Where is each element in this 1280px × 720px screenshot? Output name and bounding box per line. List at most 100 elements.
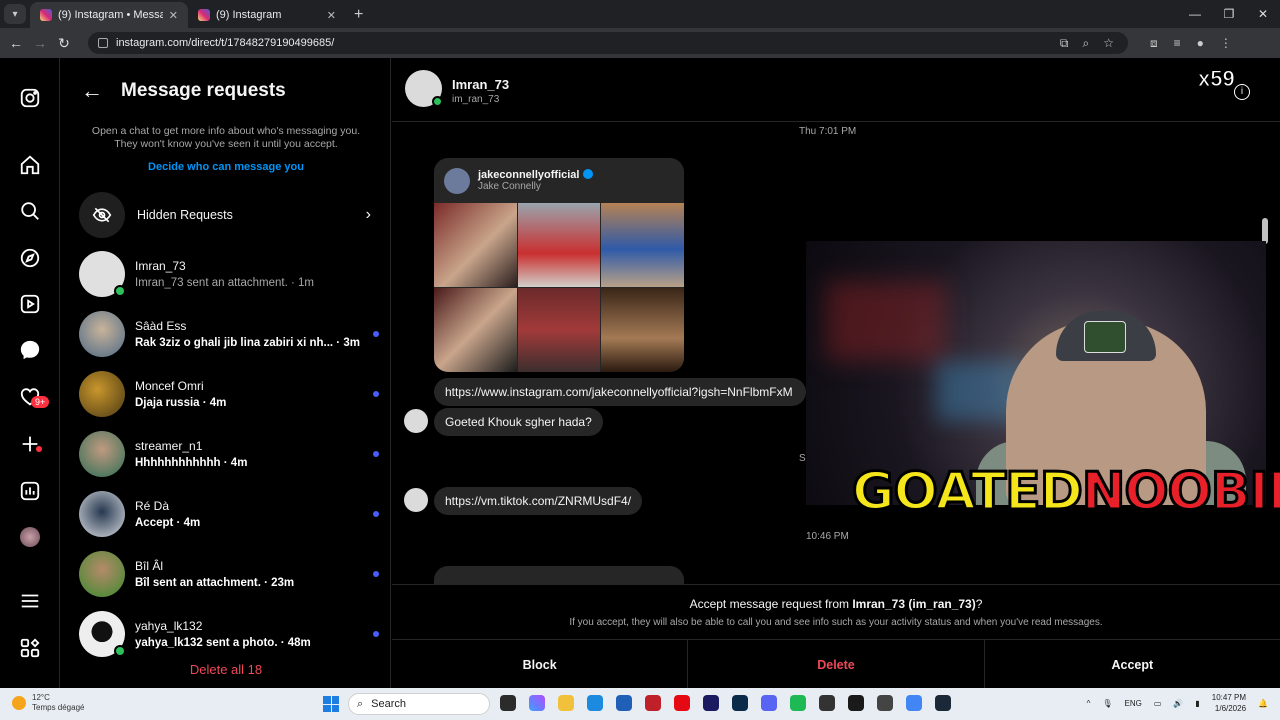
- opera-icon[interactable]: [645, 695, 661, 711]
- maximize-button[interactable]: ❐: [1212, 0, 1246, 28]
- accept-button[interactable]: Accept: [985, 640, 1280, 689]
- battery-icon[interactable]: ▮: [1195, 699, 1199, 708]
- browser-tab-messages[interactable]: (9) Instagram • Messages ✕: [30, 2, 188, 28]
- eye-off-icon: [79, 192, 125, 238]
- new-tab-button[interactable]: +: [354, 6, 363, 24]
- request-item[interactable]: Moncef Omri Djaja russia · 4m: [79, 366, 379, 422]
- github-icon[interactable]: [877, 695, 893, 711]
- request-item[interactable]: streamer_n1 Hhhhhhhhhhhh · 4m: [79, 426, 379, 482]
- taskbar-apps: [500, 695, 951, 711]
- clock[interactable]: 10:47 PM 1/6/2026: [1212, 692, 1246, 714]
- request-item[interactable]: Bîl Âl Bîl sent an attachment. · 23m: [79, 546, 379, 602]
- instagram-icon[interactable]: [19, 87, 41, 109]
- profile-avatar[interactable]: [19, 526, 41, 548]
- chevron-right-icon: ›: [365, 206, 371, 223]
- online-indicator: [114, 645, 126, 657]
- network-icon[interactable]: ▭: [1154, 699, 1162, 708]
- taskbar-search[interactable]: ⌕ Search: [348, 693, 490, 715]
- close-window-button[interactable]: ✕: [1246, 0, 1280, 28]
- avatar: [79, 491, 125, 537]
- combo-counter: x59: [1198, 66, 1236, 92]
- chrome-icon[interactable]: [906, 695, 922, 711]
- decide-who-can-message-link[interactable]: Decide who can message you: [61, 161, 391, 173]
- close-tab-icon[interactable]: ✕: [169, 9, 178, 22]
- edge-icon[interactable]: [587, 695, 603, 711]
- store-icon[interactable]: [616, 695, 632, 711]
- tray-chevron-icon[interactable]: ^: [1087, 699, 1091, 708]
- chat-name[interactable]: Imran_73: [452, 77, 509, 92]
- bookmark-star-icon[interactable]: ☆: [1103, 36, 1114, 51]
- hidden-requests-label: Hidden Requests: [137, 208, 233, 222]
- back-arrow-icon[interactable]: ←: [81, 78, 103, 104]
- instagram-favicon-icon: [40, 9, 52, 21]
- extensions-icon[interactable]: ⧈: [1150, 36, 1158, 51]
- grid-photo: [601, 203, 684, 287]
- tab-search-button[interactable]: ▾: [4, 4, 26, 24]
- link-message[interactable]: https://www.instagram.com/jakeconnellyof…: [434, 378, 806, 406]
- reload-icon[interactable]: ↻: [52, 35, 76, 52]
- reading-list-icon[interactable]: ≡: [1174, 36, 1181, 51]
- minimize-button[interactable]: —: [1178, 0, 1212, 28]
- weather-widget[interactable]: 12°C Temps dégagé: [12, 693, 84, 713]
- request-item[interactable]: yahya_lk132 yahya_lk132 sent a photo. · 4…: [79, 606, 379, 662]
- grid-photo: [434, 288, 517, 372]
- close-tab-icon[interactable]: ✕: [327, 9, 336, 22]
- steam-icon[interactable]: [935, 695, 951, 711]
- shared-profile-card[interactable]: jakeconnellyofficial Jake Connelly: [434, 158, 684, 372]
- terminal-icon[interactable]: [848, 695, 864, 711]
- premiere-icon[interactable]: [703, 695, 719, 711]
- spotify-icon[interactable]: [790, 695, 806, 711]
- back-icon[interactable]: ←: [4, 35, 28, 51]
- logo-text-yellow: GOATED: [851, 461, 1085, 524]
- task-view-icon[interactable]: [500, 695, 516, 711]
- start-button[interactable]: [323, 696, 339, 712]
- site-info-icon[interactable]: [98, 38, 108, 48]
- address-bar[interactable]: instagram.com/direct/t/17848279190499685…: [88, 32, 1128, 54]
- zoom-icon[interactable]: ⌕: [1083, 36, 1090, 51]
- messages-icon[interactable]: [19, 339, 41, 361]
- search-icon[interactable]: [19, 200, 41, 222]
- explore-icon[interactable]: [19, 247, 41, 269]
- language-indicator[interactable]: ENG: [1125, 699, 1142, 708]
- also-from-meta-icon[interactable]: [19, 637, 41, 659]
- logo-text-red: NOOBIE: [1080, 461, 1280, 524]
- browser-tab-instagram[interactable]: (9) Instagram ✕: [188, 2, 346, 28]
- profile-icon[interactable]: ●: [1197, 36, 1204, 51]
- forward-icon[interactable]: →: [28, 35, 52, 51]
- request-item[interactable]: Ré Dà Accept · 4m: [79, 486, 379, 542]
- discord-icon[interactable]: [761, 695, 777, 711]
- dashboard-icon[interactable]: [19, 480, 41, 502]
- request-item[interactable]: Sâàd Ess Rak 3ziz o ghali jib lina zabiri…: [79, 306, 379, 362]
- netflix-icon[interactable]: [674, 695, 690, 711]
- volume-icon[interactable]: 🔊: [1173, 699, 1183, 708]
- file-explorer-icon[interactable]: [558, 695, 574, 711]
- block-button[interactable]: Block: [392, 640, 687, 689]
- obs-icon[interactable]: [819, 695, 835, 711]
- copilot-icon[interactable]: [529, 695, 545, 711]
- notifications-bell-icon[interactable]: 🔔: [1258, 699, 1268, 708]
- reels-icon[interactable]: [19, 293, 41, 315]
- request-preview: Imran_73 sent an attachment. · 1m: [135, 277, 314, 289]
- background-blur: [826, 281, 946, 361]
- shared-profile-card-partial[interactable]: [434, 566, 684, 584]
- hidden-requests-row[interactable]: Hidden Requests ›: [79, 191, 379, 239]
- unread-dot: [373, 631, 379, 637]
- streamer-logo: GOATEDNOOBIE: [851, 461, 1280, 524]
- avatar: [79, 311, 125, 357]
- cast-icon[interactable]: ⧉: [1060, 36, 1069, 51]
- delete-button[interactable]: Delete: [687, 640, 985, 689]
- accept-request-bar: Accept message request from Imran_73 (im…: [392, 584, 1280, 689]
- chat-avatar[interactable]: [405, 70, 443, 107]
- request-item[interactable]: Imran_73 Imran_73 sent an attachment. · 1…: [79, 246, 379, 302]
- accept-question-user: Imran_73 (im_ran_73): [852, 597, 976, 611]
- browser-menu-icon[interactable]: ⋮: [1220, 36, 1232, 51]
- home-icon[interactable]: [19, 154, 41, 176]
- request-preview: Djaja russia · 4m: [135, 397, 227, 409]
- delete-all-button[interactable]: Delete all 18: [61, 662, 391, 677]
- microphone-icon[interactable]: 🎙: [1102, 699, 1112, 708]
- info-icon[interactable]: i: [1234, 84, 1250, 100]
- sender-avatar: [404, 409, 428, 433]
- more-menu-icon[interactable]: [19, 590, 41, 612]
- link-message[interactable]: https://vm.tiktok.com/ZNRMUsdF4/: [434, 487, 643, 515]
- photoshop-icon[interactable]: [732, 695, 748, 711]
